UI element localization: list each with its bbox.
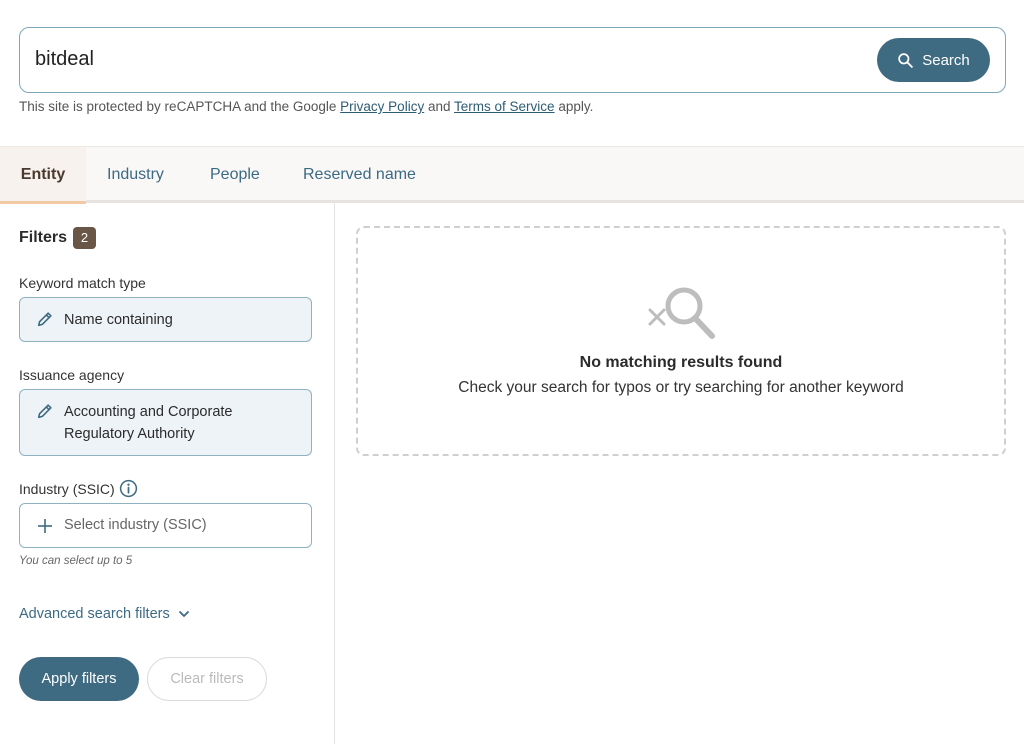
no-results-title: No matching results found bbox=[579, 354, 783, 371]
clear-filters-button[interactable]: Clear filters bbox=[147, 657, 267, 701]
keyword-match-type-field[interactable]: Name containing bbox=[19, 297, 312, 342]
sidebar-divider bbox=[334, 203, 335, 744]
pencil-icon bbox=[37, 312, 52, 327]
search-icon bbox=[898, 52, 914, 68]
search-input-value[interactable]: bitdeal bbox=[35, 48, 94, 71]
tab-entity[interactable]: Entity bbox=[0, 147, 86, 204]
filters-count-badge: 2 bbox=[73, 227, 96, 249]
results-panel: No matching results found Check your sea… bbox=[356, 226, 1006, 456]
industry-ssic-select[interactable]: Select industry (SSIC) bbox=[19, 503, 312, 548]
privacy-policy-link[interactable]: Privacy Policy bbox=[340, 99, 424, 114]
info-icon[interactable] bbox=[119, 479, 138, 498]
terms-of-service-link[interactable]: Terms of Service bbox=[454, 99, 555, 114]
keyword-match-type-label: Keyword match type bbox=[19, 275, 146, 291]
advanced-search-filters-toggle[interactable]: Advanced search filters bbox=[19, 606, 190, 622]
industry-ssic-placeholder: Select industry (SSIC) bbox=[64, 517, 207, 533]
tab-reserved-name[interactable]: Reserved name bbox=[303, 147, 416, 204]
recaptcha-notice: This site is protected by reCAPTCHA and … bbox=[19, 99, 593, 114]
issuance-agency-field[interactable]: Accounting and Corporate Regulatory Auth… bbox=[19, 389, 312, 456]
no-results-message: Check your search for typos or try searc… bbox=[458, 379, 904, 396]
search-button[interactable]: Search bbox=[877, 38, 990, 82]
chevron-down-icon bbox=[178, 611, 189, 617]
industry-helper-text: You can select up to 5 bbox=[19, 555, 133, 567]
tab-people[interactable]: People bbox=[210, 147, 260, 204]
plus-icon bbox=[38, 519, 52, 533]
keyword-match-type-value: Name containing bbox=[64, 312, 173, 328]
issuance-agency-value: Accounting and Corporate Regulatory Auth… bbox=[64, 404, 233, 442]
filters-title: Filters bbox=[19, 229, 68, 246]
recaptcha-prefix: This site is protected by reCAPTCHA and … bbox=[19, 99, 337, 114]
issuance-agency-label: Issuance agency bbox=[19, 367, 125, 383]
recaptcha-suffix: apply. bbox=[558, 99, 594, 114]
recaptcha-and: and bbox=[427, 99, 451, 114]
tab-industry[interactable]: Industry bbox=[107, 147, 164, 204]
industry-ssic-label: Industry (SSIC) bbox=[19, 481, 115, 497]
search-button-label: Search bbox=[922, 51, 970, 69]
tab-bar: Entity Industry People Reserved name bbox=[0, 146, 1024, 204]
no-results-magnifier-icon bbox=[648, 287, 715, 339]
pencil-icon bbox=[37, 404, 52, 419]
advanced-search-filters-label: Advanced search filters bbox=[19, 606, 170, 622]
page: bitdeal Search This site is protected by… bbox=[0, 0, 1024, 744]
apply-filters-button[interactable]: Apply filters bbox=[19, 657, 139, 701]
search-input[interactable]: bitdeal Search bbox=[19, 27, 1006, 93]
